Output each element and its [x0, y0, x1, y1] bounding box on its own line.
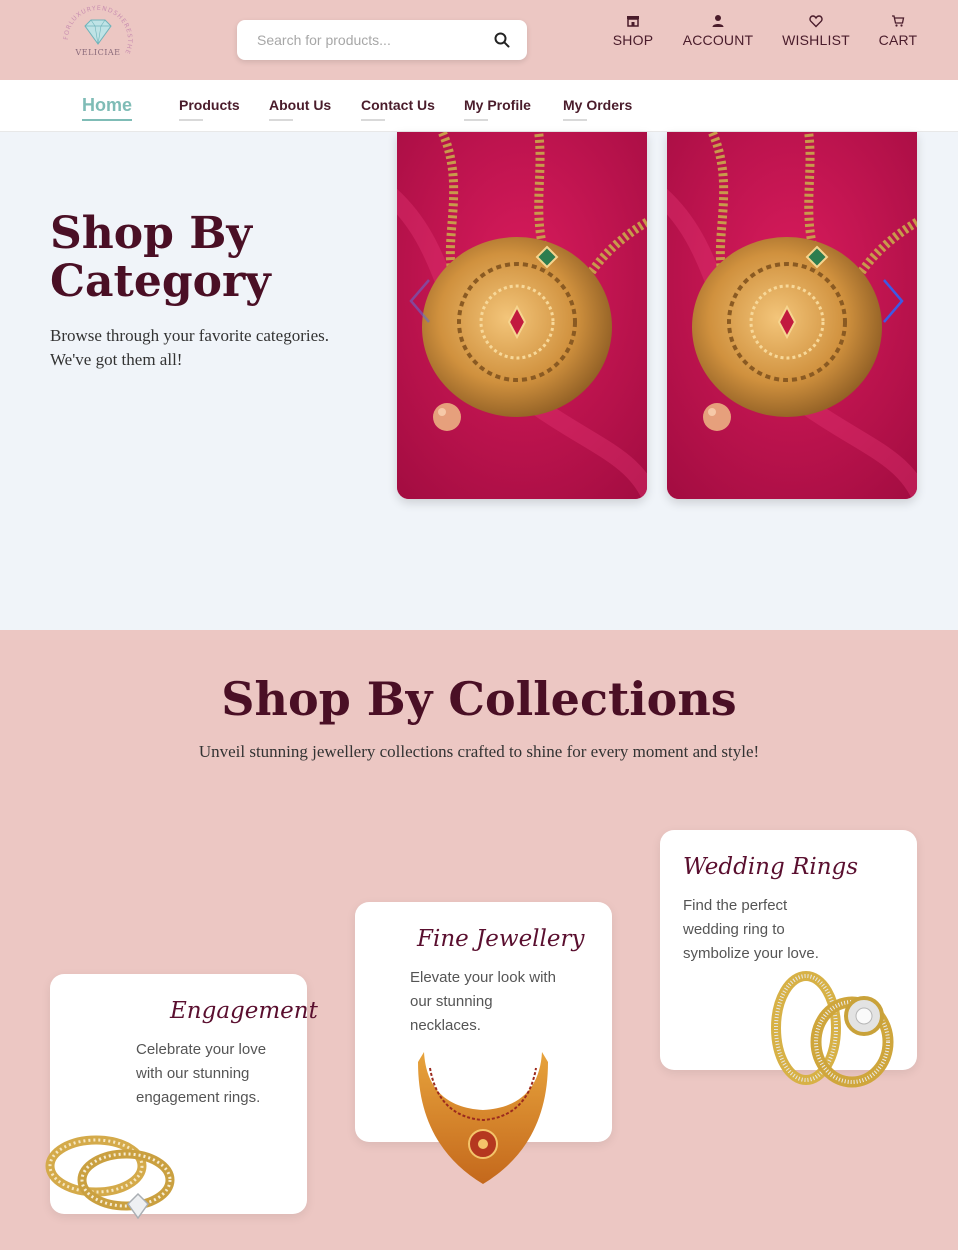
- shop-label: SHOP: [612, 32, 654, 48]
- top-header: FORLUXURYENDSHERESTHE VELICIAE SHOP: [0, 0, 958, 80]
- cart-label: CART: [878, 32, 918, 48]
- shop-icon: [627, 16, 639, 27]
- brand-logo[interactable]: FORLUXURYENDSHERESTHE VELICIAE: [58, 2, 138, 78]
- category-description: Browse through your favorite categories.…: [50, 326, 329, 369]
- account-label: ACCOUNT: [682, 32, 754, 48]
- collection-description: Find the perfect wedding ring to symboli…: [683, 897, 819, 962]
- cart-link[interactable]: CART: [874, 14, 922, 48]
- collection-title: Engagement: [170, 998, 318, 1024]
- nav-profile[interactable]: My Profile: [464, 97, 531, 121]
- shop-link[interactable]: SHOP: [608, 14, 658, 48]
- user-icon: [712, 15, 724, 27]
- collection-description: Celebrate your love with our stunning en…: [136, 1041, 267, 1106]
- nav-about[interactable]: About Us: [269, 97, 331, 121]
- collections-subtitle: Unveil stunning jewellery collections cr…: [198, 742, 760, 761]
- wishlist-link[interactable]: WISHLIST: [780, 14, 852, 48]
- cart-icon: [892, 15, 905, 27]
- heart-icon: [809, 15, 823, 28]
- logo-name: VELICIAE: [75, 48, 121, 57]
- shop-by-collections-section: Shop By Collections Unveil stunning jewe…: [0, 630, 958, 1250]
- account-link[interactable]: ACCOUNT: [680, 14, 756, 48]
- nav-orders[interactable]: My Orders: [563, 97, 632, 121]
- shop-by-category-section: Shop By Category Browse through your fav…: [0, 132, 958, 630]
- carousel-prev-button[interactable]: [405, 276, 435, 326]
- engagement-ring-image: [45, 1135, 175, 1220]
- wedding-rings-image: [771, 971, 894, 1088]
- collection-description: Elevate your look with our stunning neck…: [410, 969, 556, 1034]
- nav-home[interactable]: Home: [82, 95, 133, 121]
- category-title: Shop By Category: [50, 208, 271, 307]
- wishlist-label: WISHLIST: [782, 32, 850, 48]
- gold-necklace-image: [418, 1052, 548, 1184]
- carousel-next-button[interactable]: [878, 276, 908, 326]
- search-icon[interactable]: [493, 31, 511, 49]
- search-bar: [237, 20, 527, 60]
- search-input[interactable]: [257, 30, 477, 50]
- nav-products[interactable]: Products: [179, 97, 240, 121]
- nav-contact[interactable]: Contact Us: [361, 97, 435, 121]
- main-nav: Home Products About Us Contact Us My Pro…: [0, 80, 958, 132]
- collections-title: Shop By Collections: [221, 672, 737, 726]
- collection-title: Wedding Rings: [683, 854, 859, 880]
- collection-title: Fine Jewellery: [417, 926, 585, 952]
